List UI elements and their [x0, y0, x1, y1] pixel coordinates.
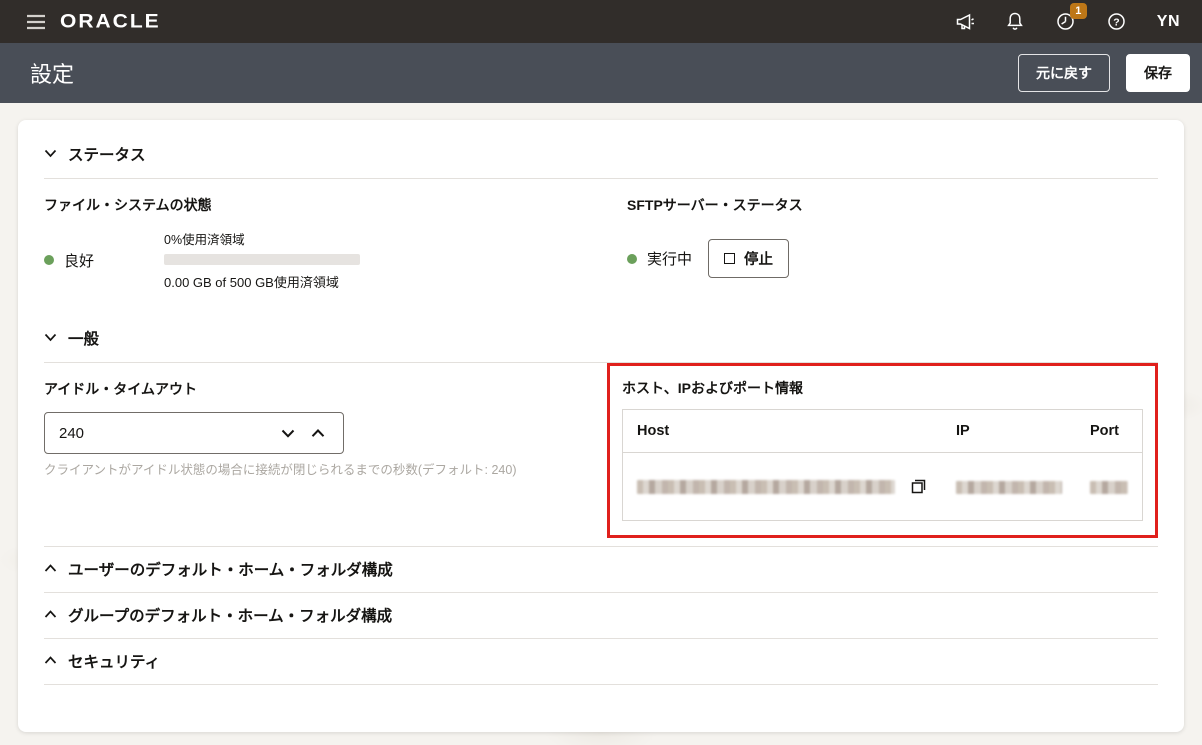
activity-count-badge: 1	[1070, 3, 1087, 19]
section-status-title: ステータス	[68, 143, 146, 165]
divider	[44, 178, 1158, 179]
ip-value-redacted	[956, 481, 1062, 494]
file-system-state: 良好	[44, 250, 164, 271]
column-header-ip: IP	[942, 410, 1076, 453]
file-system-status-label: ファイル・システムの状態	[44, 195, 575, 215]
sftp-status-label: SFTPサーバー・ステータス	[627, 195, 1158, 215]
svg-text:?: ?	[1113, 16, 1119, 28]
user-menu[interactable]: YN	[1157, 13, 1180, 31]
host-info-table: Host IP Port	[622, 409, 1143, 521]
divider	[44, 684, 1158, 685]
section-security[interactable]: セキュリティ	[44, 639, 1158, 684]
sftp-status-field: SFTPサーバー・ステータス 実行中 停止	[627, 195, 1158, 291]
column-header-port: Port	[1076, 410, 1143, 453]
idle-timeout-input[interactable]	[59, 425, 273, 442]
host-value-redacted	[637, 480, 895, 494]
usage-detail-label: 0.00 GB of 500 GB使用済領域	[164, 272, 360, 291]
idle-timeout-stepper[interactable]	[44, 412, 344, 454]
table-header-row: Host IP Port	[623, 410, 1143, 453]
save-button[interactable]: 保存	[1126, 54, 1190, 92]
section-user-default-home-folder[interactable]: ユーザーのデフォルト・ホーム・フォルダ構成	[44, 547, 1158, 592]
section-general-title: 一般	[68, 327, 99, 349]
page-title: 設定	[30, 57, 74, 89]
chevron-up-icon	[44, 606, 57, 624]
stepper-increment-chevron-up-icon[interactable]	[303, 425, 333, 442]
status-running-dot-icon	[627, 254, 637, 264]
chevron-up-icon	[44, 560, 57, 578]
notifications-bell-icon[interactable]	[1005, 11, 1025, 32]
chevron-down-icon	[44, 145, 57, 163]
menu-icon[interactable]	[26, 14, 46, 30]
recent-activity-clock-icon[interactable]: 1	[1055, 11, 1076, 32]
idle-timeout-field: アイドル・タイムアウト クライアントがアイドル状態の場合に接続が閉じられるまでの…	[44, 365, 555, 538]
section-status-header[interactable]: ステータス	[44, 143, 1158, 165]
section-general-header[interactable]: 一般	[44, 327, 1158, 349]
revert-button[interactable]: 元に戻す	[1018, 54, 1110, 92]
status-ok-dot-icon	[44, 255, 54, 265]
stop-server-button[interactable]: 停止	[708, 239, 789, 278]
idle-timeout-label: アイドル・タイムアウト	[44, 379, 555, 399]
host-info-highlight-box: ホスト、IPおよびポート情報 Host IP Port	[607, 363, 1158, 538]
sftp-state: 実行中	[627, 248, 692, 269]
host-info-label: ホスト、IPおよびポート情報	[622, 378, 1143, 398]
usage-percent-label: 0%使用済領域	[164, 229, 360, 248]
help-icon[interactable]: ?	[1106, 11, 1127, 32]
port-value-redacted	[1090, 481, 1128, 494]
oracle-logo[interactable]: ORACLE	[60, 10, 161, 32]
storage-usage-meter: 0%使用済領域 0.00 GB of 500 GB使用済領域	[164, 229, 360, 291]
page-header: 設定 元に戻す 保存	[0, 43, 1202, 103]
file-system-status-field: ファイル・システムの状態 良好 0%使用済領域 0.00 GB of 500 G…	[44, 195, 575, 291]
idle-timeout-hint: クライアントがアイドル状態の場合に接続が閉じられるまでの秒数(デフォルト: 24…	[44, 459, 555, 478]
stop-icon	[724, 253, 735, 264]
section-group-default-home-folder[interactable]: グループのデフォルト・ホーム・フォルダ構成	[44, 593, 1158, 638]
topbar: ORACLE 1 ?	[0, 0, 1202, 43]
usage-progress-bar	[164, 254, 360, 265]
announcements-icon[interactable]	[954, 12, 975, 32]
stepper-decrement-chevron-down-icon[interactable]	[273, 425, 303, 442]
copy-icon[interactable]	[909, 477, 928, 496]
chevron-up-icon	[44, 652, 57, 670]
chevron-down-icon	[44, 329, 57, 347]
settings-card: ステータス ファイル・システムの状態 良好 0%使用済領域 0.00 GB of…	[18, 120, 1184, 732]
column-header-host: Host	[623, 410, 943, 453]
table-row	[623, 453, 1143, 521]
